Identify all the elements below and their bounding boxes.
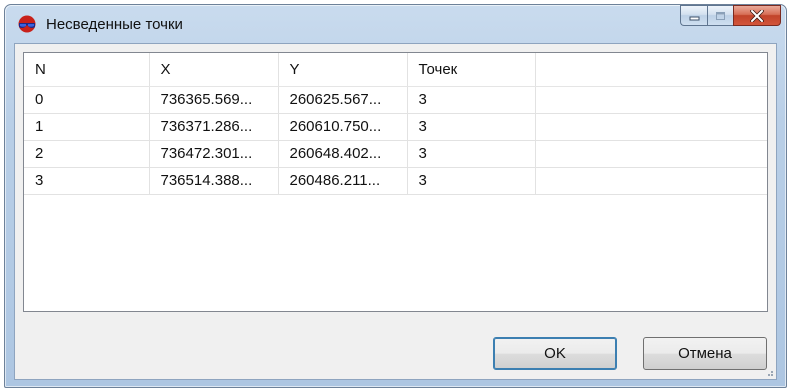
close-button[interactable] [733, 5, 781, 26]
column-header-n[interactable]: N [24, 53, 150, 87]
table-row[interactable]: 0 736365.569... 260625.567... 3 [24, 86, 767, 114]
column-header-x[interactable]: X [149, 53, 279, 87]
ok-button[interactable]: OK [493, 337, 617, 370]
column-header-y[interactable]: Y [278, 53, 408, 87]
table-row[interactable]: 2 736472.301... 260648.402... 3 [24, 140, 767, 168]
cell-n: 2 [24, 140, 150, 168]
cell-points: 3 [407, 86, 536, 114]
cell-x: 736371.286... [149, 113, 279, 141]
caption-buttons [680, 5, 781, 27]
cell-n: 0 [24, 86, 150, 114]
cell-x: 736472.301... [149, 140, 279, 168]
cell-points: 3 [407, 113, 536, 141]
maximize-button[interactable] [707, 5, 733, 26]
cell-y: 260486.211... [278, 167, 408, 195]
cancel-button[interactable]: Отмена [643, 337, 767, 370]
column-header-points[interactable]: Точек [407, 53, 536, 87]
table-row[interactable]: 1 736371.286... 260610.750... 3 [24, 113, 767, 141]
dialog-window: Несведенные точки N X Y Точек 0 736365.5… [4, 4, 787, 388]
title-bar[interactable]: Несведенные точки [5, 5, 786, 43]
cell-x: 736514.388... [149, 167, 279, 195]
cell-y: 260648.402... [278, 140, 408, 168]
window-title: Несведенные точки [46, 16, 183, 33]
maximize-icon [716, 11, 725, 20]
dialog-client-area: N X Y Точек 0 736365.569... 260625.567..… [14, 43, 777, 380]
cell-empty [535, 140, 767, 168]
cell-points: 3 [407, 167, 536, 195]
column-header-empty[interactable] [535, 53, 767, 87]
cell-x: 736365.569... [149, 86, 279, 114]
cell-empty [535, 167, 767, 195]
cell-n: 3 [24, 167, 150, 195]
cell-n: 1 [24, 113, 150, 141]
minimize-button[interactable] [680, 5, 707, 26]
minimize-icon [689, 16, 699, 20]
cell-points: 3 [407, 140, 536, 168]
cell-y: 260625.567... [278, 86, 408, 114]
cell-empty [535, 113, 767, 141]
cell-y: 260610.750... [278, 113, 408, 141]
resize-grip-icon[interactable] [764, 367, 774, 377]
points-grid: N X Y Точек 0 736365.569... 260625.567..… [24, 53, 767, 195]
close-icon [750, 9, 764, 22]
cell-empty [535, 86, 767, 114]
points-table[interactable]: N X Y Точек 0 736365.569... 260625.567..… [23, 52, 768, 312]
glasses-app-icon [18, 15, 36, 33]
table-header-row: N X Y Точек [24, 53, 767, 87]
table-row[interactable]: 3 736514.388... 260486.211... 3 [24, 167, 767, 195]
